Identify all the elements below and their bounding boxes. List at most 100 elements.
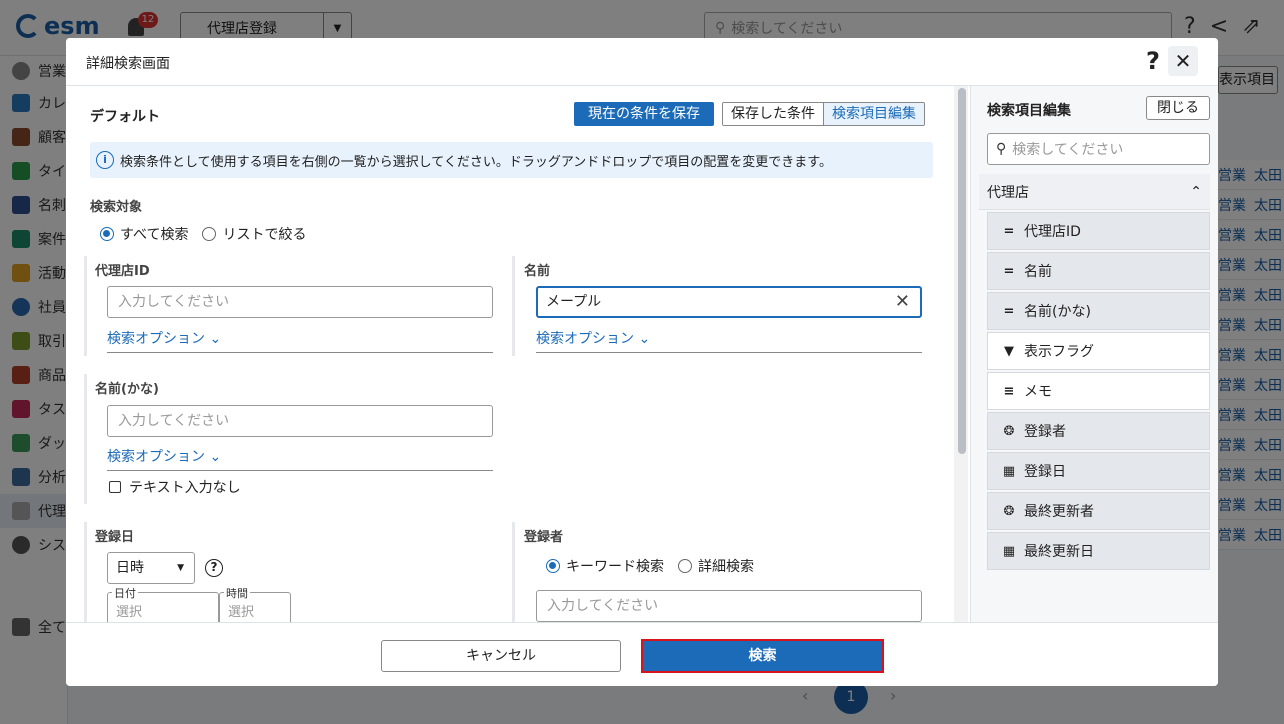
field-item-label: 最終更新者 (1024, 504, 1094, 520)
field-item-name-kana[interactable]: = 名前(かな) (987, 292, 1210, 330)
field-item-memo[interactable]: ≡ メモ (987, 372, 1210, 410)
date-type-value: 日時 (116, 560, 144, 576)
field-item-label: 名前 (1024, 264, 1052, 280)
search-option-link[interactable]: 検索オプション ⌄ (107, 328, 493, 353)
field-item-last-updater[interactable]: ❂ 最終更新者 (987, 492, 1210, 530)
name-kana-input[interactable]: 入力してください (107, 405, 493, 437)
field-item-label: 登録日 (1024, 464, 1066, 480)
registrant-mode-radios: キーワード検索 詳細検索 (546, 556, 754, 576)
modal-header: 詳細検索画面 ? ✕ (66, 38, 1218, 86)
search-option-text: 検索オプション (536, 331, 634, 347)
advanced-search-modal: 詳細検索画面 ? ✕ デフォルト 現在の条件を保存 保存した条件 検索項目編集 … (66, 38, 1218, 686)
close-button[interactable]: ✕ (1168, 46, 1198, 76)
multiline-text-icon: ≡ (1003, 383, 1015, 399)
condition-tab-group: 保存した条件 検索項目編集 (722, 102, 925, 126)
calendar-icon: ▦ (1002, 463, 1016, 479)
info-text: 検索条件として使用する項目を右側の一覧から選択してください。ドラッグアンドドロッ… (120, 154, 833, 170)
search-conditions-area: デフォルト 現在の条件を保存 保存した条件 検索項目編集 i 検索条件として使用… (66, 86, 970, 622)
date-type-select[interactable]: 日時 ▼ (107, 552, 195, 584)
field-item-label: 表示フラグ (1024, 344, 1094, 360)
field-label: 登録日 (95, 530, 135, 545)
panel-search-input[interactable]: ⚲ 検索してください (987, 133, 1210, 165)
field-item-last-updated[interactable]: ▦ 最終更新日 (987, 532, 1210, 570)
info-message: i 検索条件として使用する項目を右側の一覧から選択してください。ドラッグアンドド… (90, 142, 933, 178)
clear-icon[interactable]: ✕ (895, 288, 910, 316)
registrant-input[interactable]: 入力してください (536, 590, 922, 622)
question-circle-icon[interactable]: ? (205, 559, 223, 577)
time-label: 時間 (224, 585, 250, 601)
radio-all-label: すべて検索 (120, 227, 189, 243)
field-name[interactable]: 名前 メープル ✕ 検索オプション ⌄ (512, 256, 932, 356)
field-list: = 代理店ID = 名前 = 名前(かな) ▼ 表示フラグ ≡ メモ ❂ 登録者 ▦ 登録日 … (987, 212, 1210, 572)
field-reg-date[interactable]: 登録日 日時 ▼ ? 日付 選択 時間 選択 (84, 522, 504, 622)
search-option-text: 検索オプション (107, 331, 205, 347)
help-button[interactable]: ? (1140, 46, 1166, 76)
search-option-link[interactable]: 検索オプション ⌄ (536, 328, 922, 353)
radio-detail[interactable] (678, 559, 692, 573)
chevron-down-icon: ⌄ (205, 331, 222, 347)
search-target-radios: すべて検索 リストで絞る (100, 224, 306, 244)
field-label: 登録者 (524, 530, 564, 545)
chevron-down-icon: ⌄ (634, 331, 651, 347)
field-item-label: 名前(かな) (1024, 304, 1091, 320)
field-item-label: メモ (1024, 384, 1052, 400)
radio-keyword[interactable] (546, 559, 560, 573)
field-item-label: 代理店ID (1024, 224, 1081, 240)
radio-detail-label: 詳細検索 (698, 559, 754, 575)
field-agency-id[interactable]: 代理店ID 入力してください 検索オプション ⌄ (84, 256, 504, 356)
panel-search-placeholder: 検索してください (1012, 142, 1124, 158)
date-placeholder: 選択 (116, 605, 143, 620)
edit-fields-button[interactable]: 検索項目編集 (823, 103, 924, 125)
preset-name: デフォルト (90, 109, 160, 125)
time-placeholder: 選択 (228, 605, 255, 620)
field-item-name[interactable]: = 名前 (987, 252, 1210, 290)
field-label: 代理店ID (95, 264, 150, 279)
search-button[interactable]: 検索 (641, 639, 884, 673)
panel-title: 検索項目編集 (987, 103, 1071, 119)
search-icon: ⚲ (996, 141, 1007, 157)
cancel-button[interactable]: キャンセル (381, 640, 621, 672)
field-item-display-flag[interactable]: ▼ 表示フラグ (987, 332, 1210, 370)
field-item-reg-date[interactable]: ▦ 登録日 (987, 452, 1210, 490)
no-text-label: テキスト入力なし (129, 480, 241, 496)
search-option-link[interactable]: 検索オプション ⌄ (107, 446, 493, 471)
saved-conditions-button[interactable]: 保存した条件 (723, 103, 823, 125)
name-input[interactable]: メープル ✕ (536, 286, 922, 318)
field-item-agency-id[interactable]: = 代理店ID (987, 212, 1210, 250)
field-label: 名前(かな) (95, 382, 159, 397)
chevron-down-icon: ⌄ (205, 449, 222, 465)
search-target-label: 検索対象 (90, 200, 143, 215)
section-label: 代理店 (987, 184, 1029, 201)
text-field-icon: = (1003, 303, 1015, 319)
save-conditions-button[interactable]: 現在の条件を保存 (574, 102, 714, 126)
section-header-agency[interactable]: 代理店 ⌃ (979, 174, 1210, 210)
modal-title: 詳細検索画面 (86, 56, 170, 72)
field-name-kana[interactable]: 名前(かな) 入力してください 検索オプション ⌄ テキスト入力なし (84, 374, 504, 504)
search-option-text: 検索オプション (107, 449, 205, 465)
field-item-label: 登録者 (1024, 424, 1066, 440)
user-tag-icon: ❂ (1003, 503, 1015, 519)
text-field-icon: = (1003, 223, 1015, 239)
dropdown-circle-icon: ▼ (1004, 343, 1014, 359)
no-text-checkbox[interactable] (109, 481, 121, 493)
scrollbar-thumb[interactable] (958, 88, 966, 454)
user-tag-icon: ❂ (1003, 423, 1015, 439)
radio-list[interactable] (202, 227, 217, 241)
no-text-checkbox-row[interactable]: テキスト入力なし (109, 477, 241, 497)
text-field-icon: = (1003, 263, 1015, 279)
field-registrant[interactable]: 登録者 キーワード検索 詳細検索 入力してください (512, 522, 932, 622)
field-item-registrant[interactable]: ❂ 登録者 (987, 412, 1210, 450)
radio-all[interactable] (100, 227, 114, 241)
radio-keyword-label: キーワード検索 (566, 559, 664, 575)
info-icon: i (96, 151, 114, 169)
chevron-up-icon[interactable]: ⌃ (1190, 184, 1202, 200)
agency-id-input[interactable]: 入力してください (107, 286, 493, 318)
radio-list-label: リストで絞る (222, 227, 307, 243)
caret-down-icon: ▼ (177, 563, 184, 573)
field-label: 名前 (524, 264, 551, 279)
time-picker-field[interactable]: 時間 選択 (219, 585, 291, 622)
modal-footer: キャンセル 検索 (66, 622, 1218, 686)
date-picker-field[interactable]: 日付 選択 (107, 585, 219, 622)
field-editor-panel: 検索項目編集 閉じる ⚲ 検索してください 代理店 ⌃ = 代理店ID = 名前 =… (970, 86, 1218, 622)
panel-close-button[interactable]: 閉じる (1146, 96, 1210, 120)
